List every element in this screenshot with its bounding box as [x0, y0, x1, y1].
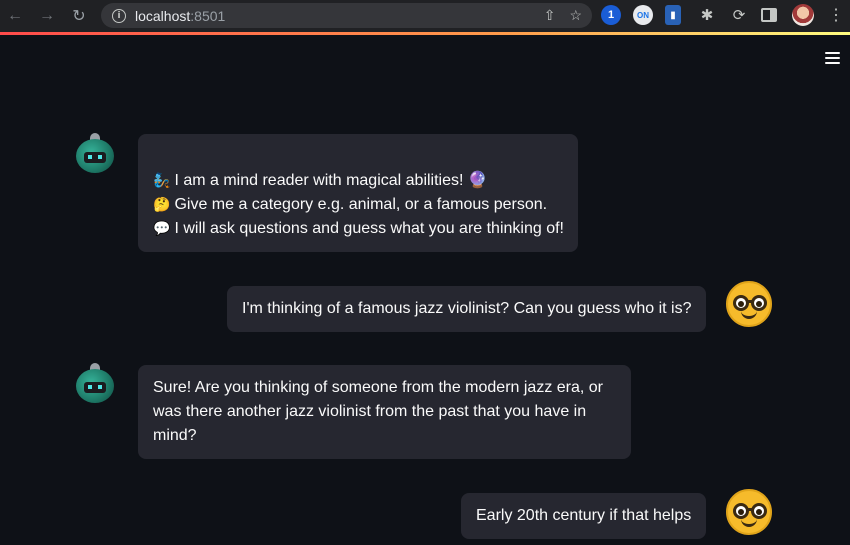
back-icon[interactable]: ← — [4, 5, 26, 27]
main-menu-icon[interactable] — [825, 52, 840, 64]
browser-toolbar: ← → ↻ i localhost:8501 ⇧ ☆ 1 ON ▮ ✱ ⟳ ⋮ — [0, 0, 850, 32]
assistant-message-bubble: Sure! Are you thinking of someone from t… — [138, 365, 631, 459]
user-avatar-nerd-face-icon — [726, 489, 772, 535]
message-line: was there another jazz violinist from th… — [153, 403, 587, 420]
message-line: Sure! Are you thinking of someone from t… — [153, 379, 604, 396]
url-port: :8501 — [190, 7, 226, 24]
user-message-bubble: I'm thinking of a famous jazz violinist?… — [227, 286, 706, 332]
site-info-icon[interactable]: i — [112, 8, 126, 23]
assistant-avatar-robot-icon — [76, 133, 114, 173]
message-text: Early 20th century if that helps — [476, 507, 692, 524]
message-text: I'm thinking of a famous jazz violinist?… — [242, 300, 692, 317]
forward-icon[interactable]: → — [36, 5, 58, 27]
speech-balloon-icon: 💬 — [153, 221, 171, 237]
share-icon[interactable]: ⇧ — [544, 7, 556, 24]
profile-avatar[interactable] — [792, 4, 814, 26]
reload-icon[interactable]: ↻ — [68, 5, 90, 27]
sync-extension-icon[interactable]: ⟳ — [729, 5, 749, 25]
url-host: localhost — [135, 7, 191, 24]
message-line: mind? — [153, 427, 197, 444]
assistant-message-bubble: 🧞 I am a mind reader with magical abiliti… — [138, 134, 578, 252]
extension-icon[interactable]: ON — [633, 5, 653, 25]
reading-list-extension-icon[interactable]: ▮ — [665, 5, 681, 25]
message-line: 🤔 Give me a category e.g. animal, or a fa… — [153, 196, 548, 213]
password-manager-extension-icon[interactable]: 1 — [601, 5, 621, 25]
side-panel-icon[interactable] — [761, 8, 777, 22]
app-top-decoration-bar — [0, 32, 850, 35]
user-message-bubble: Early 20th century if that helps — [461, 493, 706, 539]
assistant-avatar-robot-icon — [76, 363, 114, 403]
message-line: 🧞 I am a mind reader with magical abiliti… — [153, 172, 488, 189]
bookmark-star-icon[interactable]: ☆ — [569, 7, 582, 24]
user-avatar-nerd-face-icon — [726, 281, 772, 327]
browser-menu-icon[interactable]: ⋮ — [828, 6, 844, 26]
thinking-face-icon: 🤔 — [153, 197, 171, 213]
message-line: 💬 I will ask questions and guess what you… — [153, 220, 564, 237]
extensions-puzzle-icon[interactable]: ✱ — [697, 5, 717, 25]
genie-icon: 🧞 — [153, 173, 171, 189]
address-bar[interactable]: i localhost:8501 ⇧ ☆ — [101, 3, 592, 28]
url-text: localhost:8501 — [135, 8, 225, 24]
